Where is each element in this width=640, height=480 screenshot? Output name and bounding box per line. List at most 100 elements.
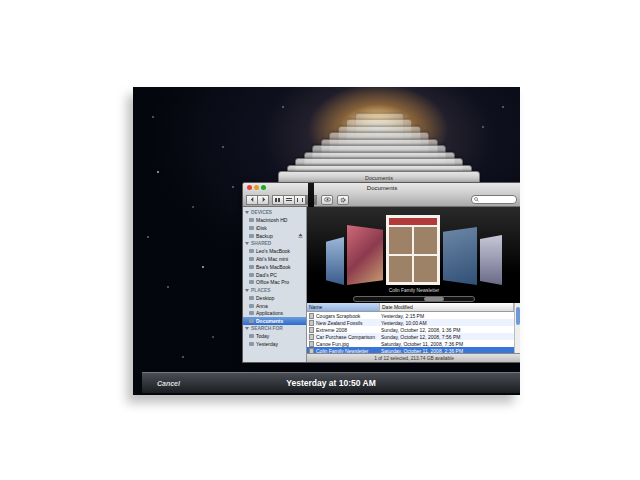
column-header[interactable]: Name bbox=[307, 303, 380, 311]
forward-arrow-icon bbox=[261, 197, 266, 202]
magnifier-icon bbox=[474, 197, 479, 202]
minimize-button[interactable] bbox=[254, 185, 259, 190]
table-header: NameDate Modified bbox=[307, 303, 514, 312]
item-icon bbox=[249, 304, 254, 308]
cover-poster[interactable] bbox=[326, 237, 344, 285]
name-cell: Car Purchase Comparison bbox=[307, 334, 379, 340]
sidebar-item[interactable]: Dad's PC bbox=[243, 271, 306, 279]
sidebar-header: SHARED bbox=[243, 240, 306, 248]
list-scrollbar[interactable] bbox=[514, 303, 520, 353]
item-icon bbox=[249, 342, 254, 346]
column-view-icon bbox=[297, 198, 303, 202]
date-cell: Yesterday, 10:00 AM bbox=[379, 320, 514, 326]
item-icon bbox=[249, 257, 254, 261]
window-body: DEVICES Macintosh HD iDisk Backup SHARED… bbox=[243, 207, 520, 362]
icon-view-icon bbox=[275, 198, 281, 202]
sidebar-item[interactable]: Abi's Mac mini bbox=[243, 255, 306, 263]
window-controls bbox=[247, 185, 266, 190]
eject-icon[interactable] bbox=[298, 233, 303, 238]
page: Documents Documents DEVICES Macintosh HD… bbox=[0, 0, 640, 480]
disclosure-triangle-icon[interactable] bbox=[245, 211, 249, 214]
disclosure-triangle-icon[interactable] bbox=[245, 242, 249, 245]
file-table: NameDate Modified Cougars Scrapbook Yest… bbox=[307, 303, 514, 353]
sidebar-item[interactable]: Desktop bbox=[243, 294, 306, 302]
finder-window[interactable]: Documents DEVICES Macintosh HD iDisk Bac… bbox=[242, 182, 520, 363]
sidebar-item[interactable]: Documents bbox=[243, 317, 306, 325]
sidebar-item-label: iDisk bbox=[256, 225, 303, 231]
sidebar-item-label: Yesterday bbox=[256, 341, 303, 347]
item-icon bbox=[249, 234, 254, 238]
sidebar-item[interactable]: Macintosh HD bbox=[243, 217, 306, 225]
name-cell: Extreme 2008 bbox=[307, 327, 379, 333]
sidebar-item-label: Macintosh HD bbox=[256, 217, 303, 223]
item-icon bbox=[249, 218, 254, 222]
table-row[interactable]: Cougars Scrapbook Yesterday, 2:15 PM bbox=[307, 312, 514, 319]
action-button[interactable] bbox=[337, 195, 349, 205]
cover-photo[interactable] bbox=[480, 235, 502, 285]
file-icon bbox=[309, 334, 314, 340]
sidebar-item[interactable]: Applications bbox=[243, 309, 306, 317]
table-row[interactable]: Extreme 2008 Sunday, October 12, 2008, 1… bbox=[307, 326, 514, 333]
item-icon bbox=[249, 296, 254, 300]
zoom-button[interactable] bbox=[261, 185, 266, 190]
sidebar-item-label: Abi's Mac mini bbox=[256, 256, 303, 262]
cancel-button[interactable]: Cancel bbox=[157, 380, 180, 387]
cover-flow: Colin Family Newsletter bbox=[307, 207, 520, 303]
item-icon bbox=[249, 249, 254, 253]
status-bar: 1 of 12 selected, 213.74 GB available bbox=[307, 353, 520, 362]
name-cell: Cougars Scrapbook bbox=[307, 313, 379, 319]
sidebar-header: PLACES bbox=[243, 286, 306, 294]
sidebar-item-label: Office Mac Pro bbox=[256, 279, 303, 285]
back-arrow-icon bbox=[250, 197, 255, 202]
quick-look-button[interactable] bbox=[321, 195, 333, 205]
item-icon bbox=[249, 273, 254, 277]
cover-flow-button[interactable] bbox=[305, 195, 317, 205]
cover-flow-scrollbar[interactable] bbox=[353, 296, 475, 302]
scroll-thumb[interactable] bbox=[516, 307, 520, 325]
sidebar-item-label: Leo's MacBook bbox=[256, 248, 303, 254]
sidebar-item[interactable]: Bea's MacBook bbox=[243, 263, 306, 271]
sidebar: DEVICES Macintosh HD iDisk Backup SHARED… bbox=[243, 207, 307, 362]
sidebar-item[interactable]: Office Mac Pro bbox=[243, 279, 306, 287]
item-icon bbox=[249, 226, 254, 230]
sidebar-item[interactable]: Backup bbox=[243, 232, 306, 240]
file-icon bbox=[309, 327, 314, 333]
eye-icon bbox=[324, 197, 331, 202]
sidebar-item-label: Backup bbox=[256, 233, 296, 239]
window-title: Documents bbox=[367, 185, 397, 191]
date-cell: Sunday, October 12, 2008, 1:36 PM bbox=[379, 327, 514, 333]
disclosure-triangle-icon[interactable] bbox=[245, 289, 249, 292]
scroll-thumb[interactable] bbox=[424, 297, 444, 301]
sidebar-item-label: Documents bbox=[256, 318, 303, 324]
sidebar-item-label: Applications bbox=[256, 310, 303, 316]
sidebar-item[interactable]: Leo's MacBook bbox=[243, 247, 306, 255]
snapshot-date: Yesterday at 10:50 AM bbox=[286, 378, 375, 388]
name-cell: New Zealand Fossils bbox=[307, 320, 379, 326]
disclosure-triangle-icon[interactable] bbox=[245, 327, 249, 330]
column-header[interactable]: Date Modified bbox=[380, 303, 514, 311]
cover-flow-caption: Colin Family Newsletter bbox=[389, 288, 439, 293]
item-icon bbox=[249, 319, 254, 323]
table-row[interactable]: Car Purchase Comparison Sunday, October … bbox=[307, 333, 514, 340]
item-icon bbox=[249, 265, 254, 269]
document-header-block bbox=[389, 218, 437, 225]
item-icon bbox=[249, 311, 254, 315]
document-photos bbox=[389, 227, 437, 282]
sidebar-item-label: Bea's MacBook bbox=[256, 264, 303, 270]
sidebar-item[interactable]: Today bbox=[243, 333, 306, 341]
sidebar-item[interactable]: iDisk bbox=[243, 224, 306, 232]
table-row[interactable]: Canoe Fun.jpg Saturday, October 11, 2008… bbox=[307, 340, 514, 347]
cover-photo[interactable] bbox=[443, 227, 477, 285]
table-row[interactable]: New Zealand Fossils Yesterday, 10:00 AM bbox=[307, 319, 514, 326]
cover-photo[interactable] bbox=[347, 225, 383, 285]
gear-icon bbox=[340, 197, 346, 203]
cover-document[interactable] bbox=[386, 215, 440, 285]
timeline-bar: Cancel Yesterday at 10:50 AM bbox=[142, 372, 520, 393]
forward-button[interactable] bbox=[257, 195, 269, 205]
sidebar-item[interactable]: Anna bbox=[243, 302, 306, 310]
sidebar-header: SEARCH FOR bbox=[243, 325, 306, 333]
sidebar-item-label: Anna bbox=[256, 303, 303, 309]
sidebar-item[interactable]: Yesterday bbox=[243, 340, 306, 348]
search-field[interactable] bbox=[471, 195, 517, 204]
close-button[interactable] bbox=[247, 185, 252, 190]
